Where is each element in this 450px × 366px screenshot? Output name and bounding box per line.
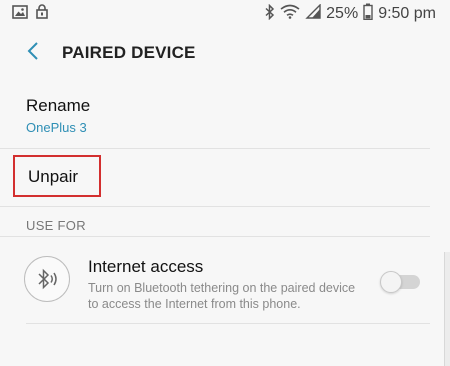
bluetooth-audio-icon [24,256,70,302]
unpair-label: Unpair [28,167,79,186]
back-button[interactable] [20,41,46,65]
internet-access-title: Internet access [88,257,204,276]
scrollbar[interactable] [444,252,450,366]
chevron-left-icon [27,41,39,66]
status-bar: 25% 9:50 pm [0,0,450,28]
divider [26,323,430,324]
status-time: 9:50 pm [378,5,436,22]
internet-access-description: Turn on Bluetooth tethering on the paire… [88,281,356,311]
page-title: PAIRED DEVICE [62,43,196,62]
status-left [12,4,48,24]
internet-access-toggle[interactable] [380,271,420,293]
status-right: 25% 9:50 pm [265,3,436,25]
internet-access-row[interactable]: Internet access Turn on Bluetooth tether… [0,238,430,323]
rename-label: Rename [26,96,91,115]
lock-icon [36,4,48,24]
battery-icon [363,3,373,25]
wifi-icon [280,4,300,24]
image-notification-icon [12,4,28,24]
bluetooth-status-icon [265,3,275,25]
toggle-thumb [380,271,402,293]
divider [0,206,430,207]
signal-icon [305,3,321,24]
divider [0,236,430,237]
rename-row[interactable]: Rename OnePlus 3 [0,88,430,150]
app-bar: PAIRED DEVICE [0,28,450,78]
device-name: OnePlus 3 [26,120,87,135]
unpair-button[interactable]: Unpair [13,155,101,197]
battery-percentage: 25% [326,5,359,22]
use-for-header: USE FOR [26,218,86,233]
divider [0,148,430,149]
